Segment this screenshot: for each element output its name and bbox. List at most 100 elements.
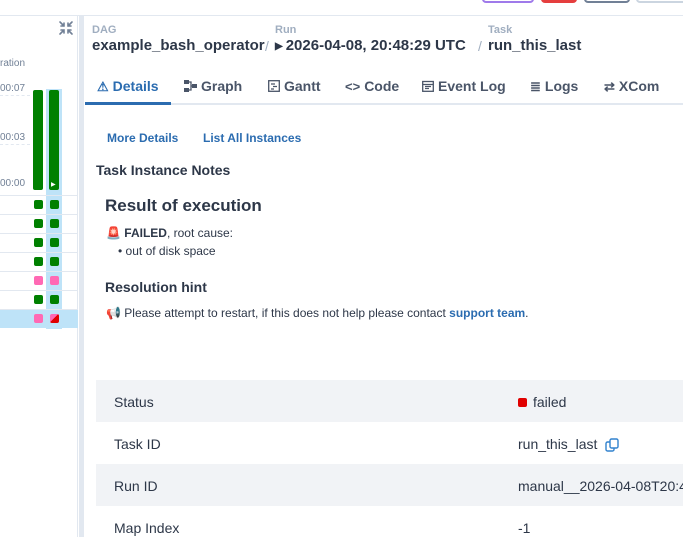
run-type-icon: ▶ <box>51 182 56 188</box>
row-key: Map Index <box>114 520 180 536</box>
grid-task-row[interactable] <box>0 233 78 252</box>
task-instance-square[interactable] <box>50 219 59 228</box>
notes-title: Task Instance Notes <box>96 162 231 178</box>
grid-task-row[interactable] <box>0 214 78 233</box>
breadcrumb-separator: / <box>265 38 269 54</box>
breadcrumb-task[interactable]: Task run_this_last <box>488 24 581 54</box>
status-value: failed <box>533 394 567 410</box>
list-icon: ≣ <box>530 79 541 94</box>
list-all-instances-link[interactable]: List All Instances <box>203 131 301 145</box>
grid-task-row[interactable] <box>0 271 78 290</box>
tab-code[interactable]: <> Code <box>345 68 399 105</box>
breadcrumb-dag-value: example_bash_operator <box>92 37 265 54</box>
breadcrumb-dag[interactable]: DAG example_bash_operator <box>92 24 265 54</box>
breadcrumb-dag-label: DAG <box>92 24 117 36</box>
toolbar-button[interactable] <box>636 0 683 3</box>
breadcrumb-separator: / <box>478 38 482 54</box>
task-instance-square[interactable] <box>34 276 43 285</box>
row-key: Status <box>114 394 154 410</box>
run-value-text: 2026-04-08, 20:48:29 UTC <box>285 37 466 54</box>
support-team-link[interactable]: support team <box>449 306 525 320</box>
task-instance-square[interactable] <box>34 219 43 228</box>
failed-label: FAILED <box>124 226 167 240</box>
duration-label: ration <box>0 58 26 69</box>
table-row: Status failed <box>96 380 683 422</box>
cause-list-item: • out of disk space <box>118 244 216 258</box>
table-row: Run ID manual__2026-04-08T20:4 <box>96 464 683 506</box>
row-value: manual__2026-04-08T20:4 <box>518 478 683 494</box>
duration-tick: 00:03 <box>0 132 26 143</box>
grid-task-row[interactable] <box>0 309 78 328</box>
toolbar-button[interactable] <box>584 0 630 3</box>
hint-text: Please attempt to restart, if this does … <box>124 306 450 320</box>
row-value: -1 <box>518 520 531 536</box>
copy-icon[interactable] <box>605 438 619 452</box>
task-instance-square[interactable] <box>50 314 59 323</box>
task-instance-square[interactable] <box>34 257 43 266</box>
task-instance-square[interactable] <box>50 276 59 285</box>
task-instance-square[interactable] <box>34 314 43 323</box>
code-icon: <> <box>345 79 361 94</box>
grid-line <box>0 95 30 96</box>
tab-label: Code <box>364 78 400 94</box>
cause-text: out of disk space <box>125 244 216 258</box>
task-instance-square[interactable] <box>34 238 43 247</box>
siren-icon: 🚨 <box>106 226 121 240</box>
result-heading: Result of execution <box>105 196 262 215</box>
top-toolbar <box>0 0 683 16</box>
task-instance-square[interactable] <box>50 238 59 247</box>
grid-task-row[interactable] <box>0 252 78 271</box>
tab-xcom[interactable]: ⇄ XCom <box>604 68 659 105</box>
tab-label: Gantt <box>284 78 321 94</box>
row-value: failed <box>518 394 566 410</box>
tab-label: XCom <box>618 78 660 94</box>
grid-panel: ration 00:07 00:03 00:00 ▶ <box>0 16 78 537</box>
duration-tick: 00:07 <box>0 83 26 94</box>
tab-graph[interactable]: Graph <box>184 68 242 105</box>
table-row: Map Index -1 <box>96 506 683 537</box>
task-id-value: run_this_last <box>518 436 598 452</box>
row-key: Task ID <box>114 436 161 452</box>
row-value: run_this_last <box>518 436 619 452</box>
tab-event-log[interactable]: Event Log <box>422 68 506 105</box>
graph-icon <box>184 69 197 105</box>
more-details-link[interactable]: More Details <box>107 131 178 145</box>
tab-label: Logs <box>544 78 579 94</box>
breadcrumb-run-label: Run <box>275 24 297 36</box>
exchange-icon: ⇄ <box>604 79 615 94</box>
warning-icon: ⚠ <box>97 79 109 94</box>
collapse-icon[interactable] <box>58 20 74 36</box>
run-duration-bar[interactable] <box>49 90 59 190</box>
grid-line <box>0 144 30 145</box>
run-duration-bar[interactable] <box>33 90 43 190</box>
tab-logs[interactable]: ≣ Logs <box>530 68 578 105</box>
play-icon: ▶ <box>275 41 283 52</box>
panel-resizer[interactable] <box>79 16 84 537</box>
task-instance-square[interactable] <box>50 295 59 304</box>
table-row: Task ID run_this_last <box>96 422 683 464</box>
failed-rest: , root cause: <box>166 226 234 240</box>
toolbar-button[interactable] <box>541 0 577 3</box>
tab-label: Graph <box>201 78 243 94</box>
tab-details[interactable]: ⚠ Details <box>85 68 171 105</box>
grid-task-row[interactable] <box>0 290 78 309</box>
breadcrumb-run[interactable]: Run ▶ 2026-04-08, 20:48:29 UTC <box>275 24 466 54</box>
failure-line: 🚨 FAILED, root cause: <box>106 226 233 240</box>
task-instance-square[interactable] <box>50 200 59 209</box>
breadcrumb-run-value: ▶ 2026-04-08, 20:48:29 UTC <box>275 37 466 54</box>
breadcrumb-task-value: run_this_last <box>488 37 582 54</box>
task-instance-square[interactable] <box>50 257 59 266</box>
hint-line: 📢 Please attempt to restart, if this doe… <box>106 306 529 320</box>
hint-end: . <box>525 306 529 320</box>
breadcrumb-task-label: Task <box>488 24 513 36</box>
grid-task-row[interactable] <box>0 195 78 214</box>
duration-tick: 00:00 <box>0 178 26 189</box>
calendar-icon <box>422 69 434 105</box>
tab-gantt[interactable]: Gantt <box>268 68 321 105</box>
task-instance-square[interactable] <box>34 295 43 304</box>
row-key: Run ID <box>114 478 158 494</box>
tab-label: Event Log <box>438 78 506 94</box>
toolbar-button[interactable] <box>482 0 534 3</box>
megaphone-icon: 📢 <box>106 306 121 320</box>
task-instance-square[interactable] <box>34 200 43 209</box>
